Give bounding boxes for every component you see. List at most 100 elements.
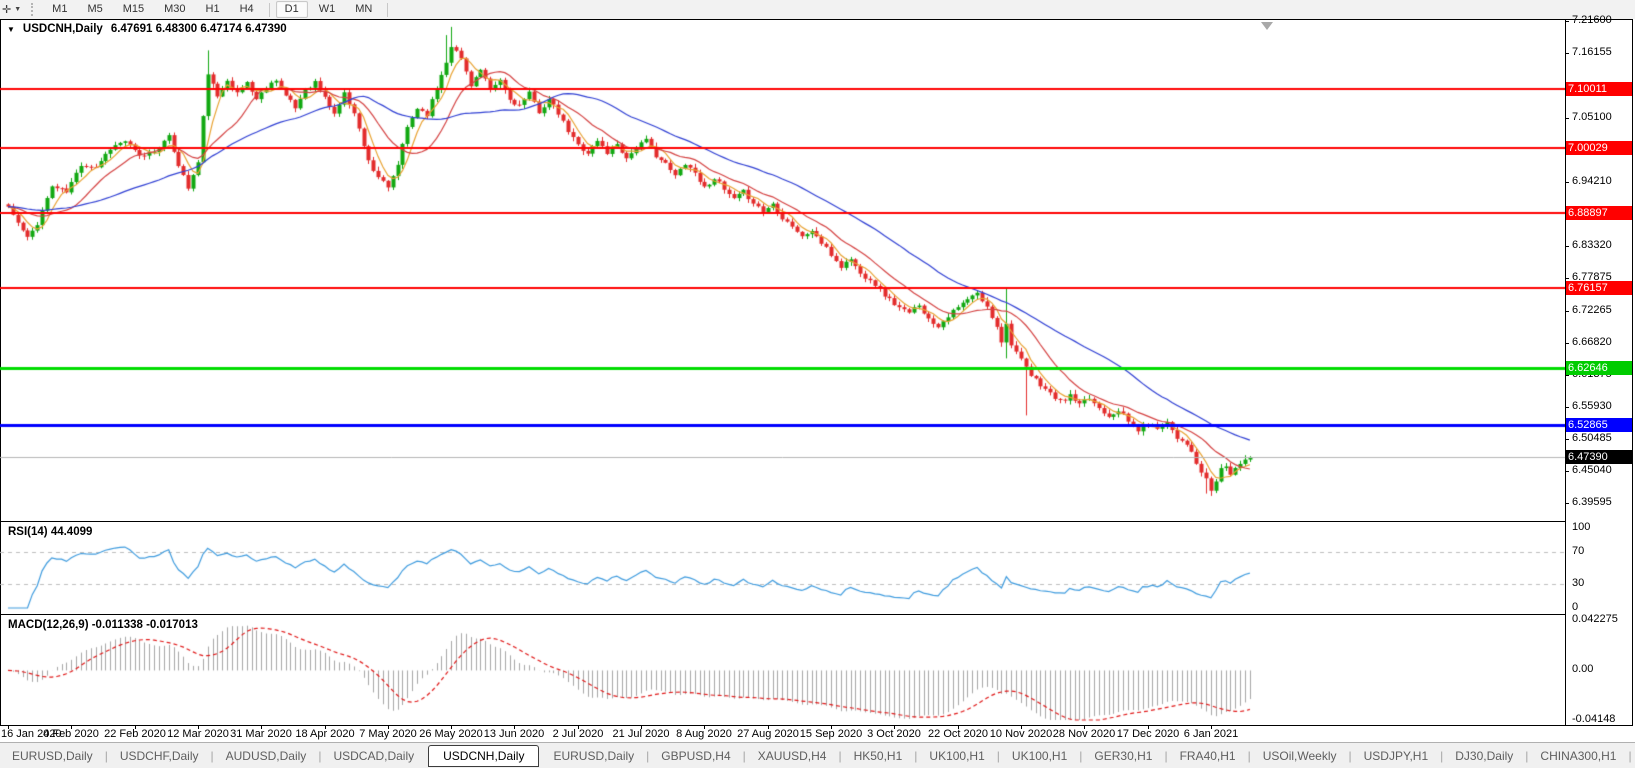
timeframe-button-h4[interactable]: H4	[231, 1, 263, 18]
date-axis-label: 27 Aug 2020	[737, 728, 799, 740]
timeframe-button-w1[interactable]: W1	[310, 1, 345, 18]
date-axis-label: 3 Oct 2020	[867, 728, 921, 740]
chart-tab-hk50-h1[interactable]: HK50,H1	[842, 746, 915, 766]
chart-tab-usoil-weekly[interactable]: USOil,Weekly	[1251, 746, 1349, 766]
date-axis-label: 22 Oct 2020	[928, 728, 988, 740]
date-axis-label: 2 Jul 2020	[552, 728, 604, 740]
current-price-badge: 6.47390	[1566, 450, 1632, 464]
toolbar-grip[interactable]	[31, 3, 38, 16]
timeframe-button-d1[interactable]: D1	[275, 1, 308, 18]
price-axis-label: 7.21600	[1572, 14, 1612, 26]
chart-tab-bar: EURUSD,Daily | USDCHF,Daily | AUDUSD,Daily | U…	[0, 742, 1635, 768]
chart-tab-uk100-h1[interactable]: UK100,H1	[1000, 746, 1079, 766]
level-price-badge: 6.88897	[1566, 206, 1632, 220]
chart-tab-china300-h1[interactable]: CHINA300,H1	[1528, 746, 1628, 766]
price-axis-label: 6.66820	[1572, 336, 1612, 348]
chart-title-collapse-icon[interactable]: ▼	[7, 25, 15, 34]
chart-tab-ger30-h1[interactable]: GER30,H1	[1082, 746, 1164, 766]
mt4-window: ✛ ▼ M1 M5 M15 M30 H1 H4 D1 W1 MN ▼ USDCNH,Daily …	[0, 0, 1635, 768]
date-axis-label: 17 Dec 2020	[1116, 728, 1180, 740]
chart-tab-usdcnh-daily[interactable]: USDCNH,Daily	[428, 745, 540, 767]
rsi-axis-label: 30	[1572, 577, 1585, 589]
price-axis-tick-mark	[1565, 21, 1569, 22]
timeframe-button-mn[interactable]: MN	[346, 1, 381, 18]
date-axis-label: 22 Feb 2020	[104, 728, 166, 740]
price-axis-tick-mark	[1565, 278, 1569, 279]
timeframe-button-m5[interactable]: M5	[78, 1, 111, 18]
timeframe-button-m15[interactable]: M15	[114, 1, 153, 18]
cursor-tool-button[interactable]: ✛ ▼	[0, 0, 27, 19]
chart-shift-marker-icon[interactable]	[1261, 22, 1273, 30]
chart-tab-dj30-daily[interactable]: DJ30,Daily	[1443, 746, 1525, 766]
date-axis-label: 28 Nov 2020	[1052, 728, 1116, 740]
price-axis-tick-mark	[1565, 407, 1569, 408]
price-axis-label: 6.94210	[1572, 175, 1612, 187]
price-axis-tick-mark	[1565, 311, 1569, 312]
crosshair-icon: ✛	[2, 4, 12, 16]
timeframe-button-h1[interactable]: H1	[197, 1, 229, 18]
macd-axis-label: 0.042275	[1572, 613, 1618, 625]
price-axis-label: 6.50485	[1572, 432, 1612, 444]
price-axis-label: 6.83320	[1572, 239, 1612, 251]
date-axis-label: 8 Aug 2020	[676, 728, 732, 740]
macd-axis-label: 0.00	[1572, 663, 1594, 675]
chart-ohlc-values: 6.47691 6.48300 6.47174 6.47390	[110, 23, 287, 35]
chart-title: ▼ USDCNH,Daily 6.47691 6.48300 6.47174 6…	[7, 23, 287, 35]
chart-tab-usdjpy-h1[interactable]: USDJPY,H1	[1352, 746, 1440, 766]
timeframe-button-m1[interactable]: M1	[43, 1, 76, 18]
macd-pane-divider[interactable]	[0, 614, 1565, 615]
price-axis-tick-mark	[1565, 118, 1569, 119]
price-axis-label: 7.16155	[1572, 46, 1612, 58]
chart-tab-fra40-h1[interactable]: FRA40,H1	[1168, 746, 1248, 766]
macd-indicator-canvas[interactable]	[0, 615, 1565, 726]
toolbar-separator	[387, 2, 389, 17]
timeframe-button-m30[interactable]: M30	[155, 1, 194, 18]
chart-tab-eurusd-daily[interactable]: EURUSD,Daily	[541, 746, 646, 766]
date-axis[interactable]: 16 Jan 2020 4 Feb 2020 22 Feb 2020 12 Mar 2…	[0, 726, 1635, 742]
rsi-label: RSI(14) 44.4099	[8, 526, 93, 538]
date-axis-label: 12 Mar 2020	[167, 728, 229, 740]
chart-tab-usoil-[interactable]: USOil,	[1632, 746, 1635, 766]
toolbar-separator	[268, 2, 270, 17]
price-axis-tick-mark	[1565, 343, 1569, 344]
chart-tab-usdchf-daily[interactable]: USDCHF,Daily	[108, 746, 211, 766]
date-axis-label: 13 Jun 2020	[483, 728, 545, 740]
chart-tab-usdcad-daily[interactable]: USDCAD,Daily	[321, 746, 426, 766]
date-axis-label: 10 Nov 2020	[989, 728, 1053, 740]
price-chart-canvas[interactable]	[0, 20, 1565, 522]
date-axis-label: 4 Feb 2020	[43, 728, 99, 740]
macd-label: MACD(12,26,9) -0.011338 -0.017013	[8, 619, 198, 631]
price-axis-tick-mark	[1565, 182, 1569, 183]
date-axis-label: 21 Jul 2020	[612, 728, 670, 740]
rsi-pane-divider[interactable]	[0, 521, 1565, 522]
chart-tab-xauusd-h4[interactable]: XAUUSD,H4	[746, 746, 839, 766]
price-axis-label: 6.72265	[1572, 304, 1612, 316]
price-axis-label: 6.39595	[1572, 496, 1612, 508]
chart-tab-gbpusd-h4[interactable]: GBPUSD,H4	[649, 746, 742, 766]
chart-symbol-label: USDCNH,Daily	[22, 23, 103, 35]
chart-tabs: EURUSD,Daily | USDCHF,Daily | AUDUSD,Daily | U…	[0, 745, 1635, 767]
level-price-badge: 6.62646	[1566, 361, 1632, 375]
rsi-axis-label: 0	[1572, 601, 1579, 613]
chart-tab-uk100-h1[interactable]: UK100,H1	[917, 746, 996, 766]
price-axis-tick-mark	[1565, 439, 1569, 440]
date-axis-label: 15 Sep 2020	[799, 728, 863, 740]
price-axis-tick-mark	[1565, 503, 1569, 504]
level-price-badge: 7.00029	[1566, 141, 1632, 155]
date-axis-label: 31 Mar 2020	[230, 728, 292, 740]
level-price-badge: 6.76157	[1566, 281, 1632, 295]
price-axis-label: 6.55930	[1572, 400, 1612, 412]
price-axis-label: 6.45040	[1572, 464, 1612, 476]
price-axis-label: 7.05100	[1572, 111, 1612, 123]
rsi-axis-label: 100	[1572, 521, 1591, 533]
chart-tab-eurusd-daily[interactable]: EURUSD,Daily	[0, 746, 105, 766]
date-axis-label: 18 Apr 2020	[295, 728, 355, 740]
price-axis-tick-mark	[1565, 375, 1569, 376]
date-axis-label: 26 May 2020	[419, 728, 483, 740]
rsi-axis-label: 70	[1572, 545, 1585, 557]
chart-tab-audusd-daily[interactable]: AUDUSD,Daily	[214, 746, 319, 766]
dropdown-caret-icon: ▼	[14, 6, 22, 13]
price-axis-tick-mark	[1565, 471, 1569, 472]
price-axis-tick-mark	[1565, 53, 1569, 54]
rsi-indicator-canvas[interactable]	[0, 522, 1565, 614]
